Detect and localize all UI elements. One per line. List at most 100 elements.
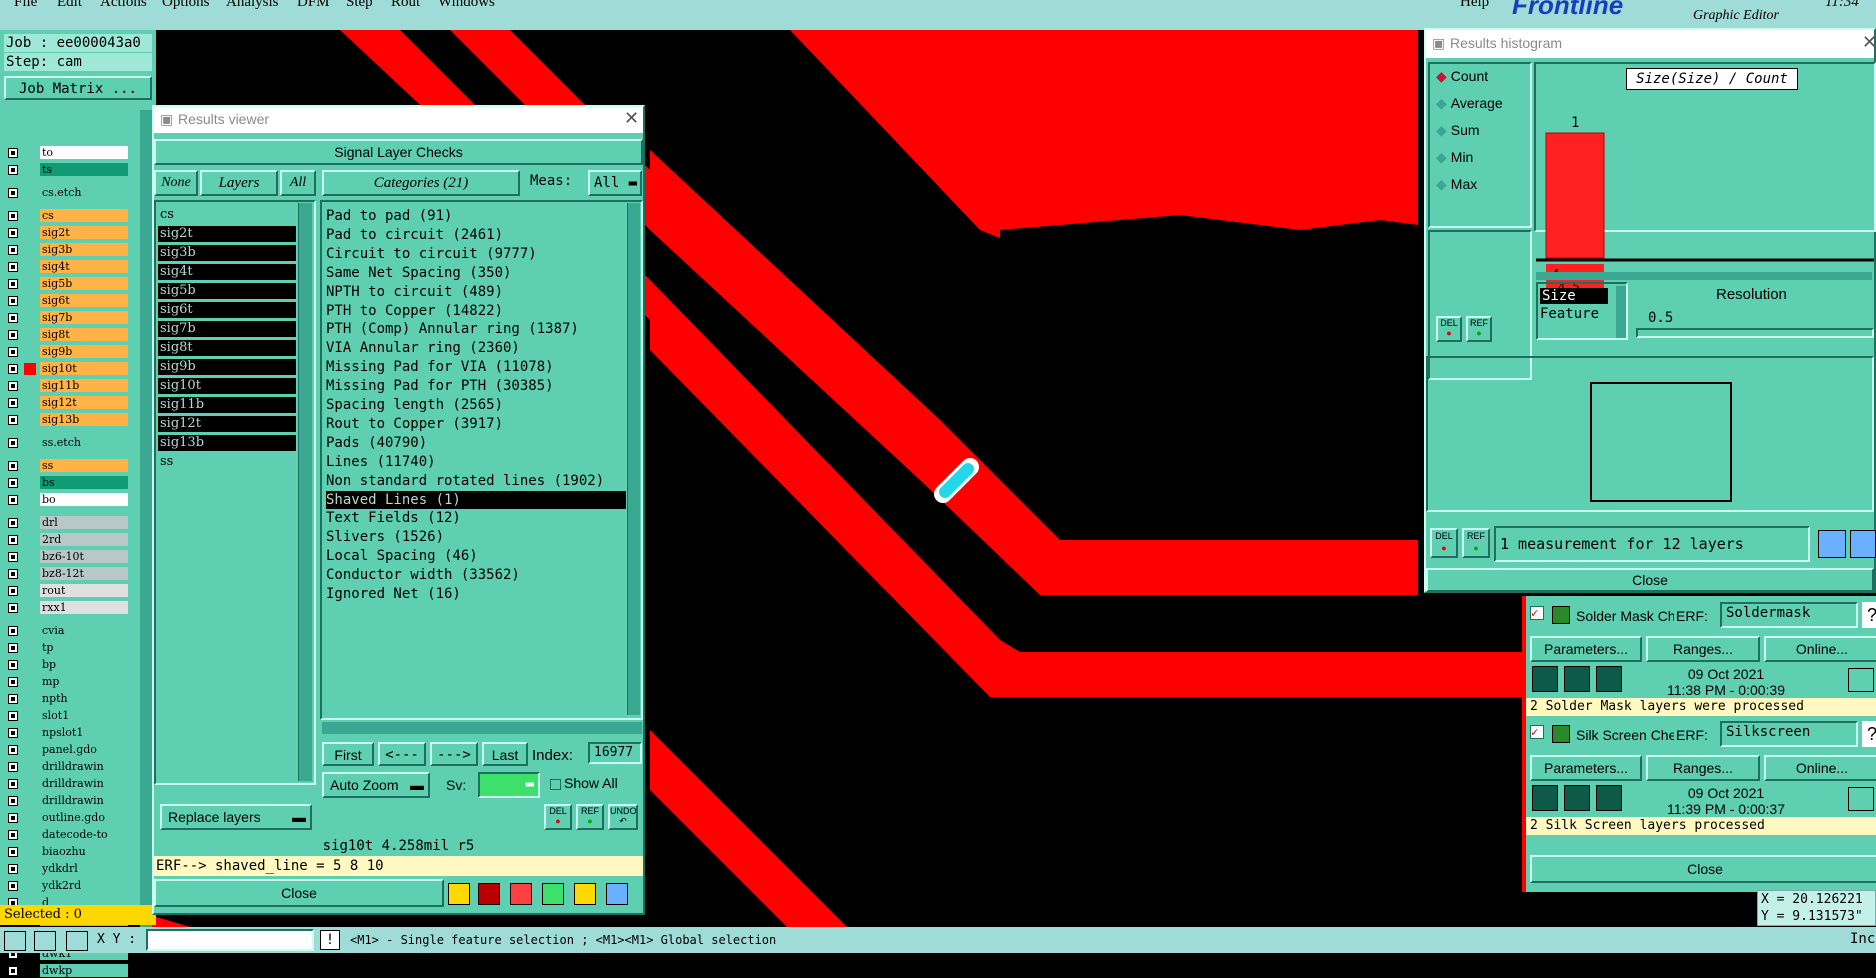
layer-row[interactable]: datecode-to bbox=[6, 828, 128, 842]
layer-checkbox[interactable] bbox=[8, 569, 18, 579]
layer-checkbox[interactable] bbox=[8, 461, 18, 471]
layer-checkbox[interactable] bbox=[8, 745, 18, 755]
first-button[interactable]: First bbox=[322, 742, 374, 766]
layer-checkbox[interactable] bbox=[8, 478, 18, 488]
aggregate-option-min[interactable]: ◆ Min bbox=[1436, 149, 1473, 166]
layer-row[interactable]: sig7b bbox=[6, 311, 128, 325]
preview-del-button[interactable]: DEL ● bbox=[1430, 528, 1458, 558]
layer-name[interactable]: mp bbox=[40, 675, 128, 688]
layer-name[interactable]: ts bbox=[40, 163, 128, 176]
categories-button[interactable]: Categories (21) bbox=[322, 170, 520, 196]
resolution-slider[interactable] bbox=[1636, 328, 1874, 338]
layer-icon[interactable] bbox=[448, 883, 470, 905]
layer-checkbox[interactable] bbox=[8, 535, 18, 545]
layer-checkbox[interactable] bbox=[8, 165, 18, 175]
layer-row[interactable]: bz8-12t bbox=[6, 567, 128, 581]
histogram-icon[interactable] bbox=[606, 883, 628, 905]
layer-row[interactable]: 2rd bbox=[6, 533, 128, 547]
result-layer-item[interactable]: sig5b bbox=[158, 283, 296, 299]
undo-button[interactable]: UNDO ↶ bbox=[608, 804, 638, 830]
category-item[interactable]: PTH (Comp) Annular ring (1387) bbox=[326, 320, 626, 338]
zoom-icon[interactable] bbox=[1848, 668, 1874, 692]
layer-name[interactable]: sig8t bbox=[40, 328, 128, 341]
layer-checkbox[interactable] bbox=[8, 415, 18, 425]
layer-row[interactable]: bz6-10t bbox=[6, 550, 128, 564]
ranges-button[interactable]: Ranges... bbox=[1646, 755, 1760, 781]
show-all-checkbox[interactable] bbox=[550, 779, 561, 790]
layer-name[interactable]: datecode-to bbox=[40, 828, 128, 841]
layer-row[interactable]: to bbox=[6, 146, 128, 160]
layer-checkbox[interactable] bbox=[8, 148, 18, 158]
aggregate-option-average[interactable]: ◆ Average bbox=[1436, 95, 1503, 112]
category-item[interactable]: Slivers (1526) bbox=[326, 528, 626, 546]
layer-row[interactable]: cs.etch bbox=[6, 186, 128, 200]
layer-row[interactable]: bs bbox=[6, 476, 128, 490]
layer-name[interactable]: rxx1 bbox=[40, 601, 128, 614]
layer-row[interactable]: sig12t bbox=[6, 396, 128, 410]
histogram-hscrollbar[interactable] bbox=[1536, 272, 1872, 280]
online-button[interactable]: Online... bbox=[1764, 755, 1876, 781]
layer-checkbox[interactable] bbox=[8, 779, 18, 789]
result-layer-item[interactable]: sig4t bbox=[158, 264, 296, 280]
layer-name[interactable]: 2rd bbox=[40, 533, 128, 546]
layer-checkbox[interactable] bbox=[8, 677, 18, 687]
layer-name[interactable]: ydkdrl bbox=[40, 862, 128, 875]
layer-name[interactable]: to bbox=[40, 146, 128, 159]
ranges-button[interactable]: Ranges... bbox=[1646, 636, 1760, 662]
category-item[interactable]: Spacing length (2565) bbox=[326, 396, 626, 414]
category-item[interactable]: Missing Pad for VIA (11078) bbox=[326, 358, 626, 376]
replace-layers-dropdown[interactable]: Replace layers ▬ bbox=[160, 804, 312, 830]
layer-name[interactable]: drilldrawin bbox=[40, 760, 128, 773]
result-layer-item[interactable]: sig9b bbox=[158, 359, 296, 375]
all-button[interactable]: All bbox=[280, 170, 316, 196]
layer-row[interactable]: drilldrawin bbox=[6, 777, 128, 791]
meas-dropdown[interactable]: All ▬ bbox=[588, 170, 642, 196]
layer-name[interactable]: rout bbox=[40, 584, 128, 597]
layer-name[interactable]: bz8-12t bbox=[40, 567, 128, 580]
layer-name[interactable]: npslot1 bbox=[40, 726, 128, 739]
histogram-bar[interactable] bbox=[1545, 132, 1605, 259]
measure-list-icon[interactable] bbox=[1850, 530, 1876, 558]
layer-row[interactable]: sig8t bbox=[6, 328, 128, 342]
result-layer-item[interactable]: sig3b bbox=[158, 245, 296, 261]
layer-checkbox[interactable] bbox=[8, 626, 18, 636]
aggregate-option-count[interactable]: ◆ Count bbox=[1436, 68, 1488, 85]
xy-input[interactable] bbox=[146, 929, 314, 951]
layer-checkbox[interactable] bbox=[8, 847, 18, 857]
menu-actions[interactable]: Actions bbox=[100, 0, 147, 11]
category-item[interactable]: Same Net Spacing (350) bbox=[326, 264, 626, 282]
report-icon[interactable] bbox=[542, 883, 564, 905]
layer-checkbox[interactable] bbox=[8, 438, 18, 448]
layer-checkbox[interactable] bbox=[8, 830, 18, 840]
layer-checkbox[interactable] bbox=[8, 211, 18, 221]
result-layer-item[interactable]: sig12t bbox=[158, 416, 296, 432]
stop-icon[interactable] bbox=[1596, 666, 1622, 692]
layer-name[interactable]: npth bbox=[40, 692, 128, 705]
zoom-area-icon[interactable] bbox=[4, 931, 26, 951]
layer-checkbox[interactable] bbox=[8, 279, 18, 289]
category-item[interactable]: Pad to pad (91) bbox=[326, 207, 626, 225]
layer-name[interactable]: sig3b bbox=[40, 243, 128, 256]
layer-name[interactable]: ydk2rd bbox=[40, 879, 128, 892]
histogram-titlebar[interactable]: ▣ Results histogram ✕ bbox=[1426, 30, 1876, 58]
category-item[interactable]: VIA Annular ring (2360) bbox=[326, 339, 626, 357]
layer-row[interactable]: biaozhu bbox=[6, 845, 128, 859]
layer-name[interactable]: sig4t bbox=[40, 260, 128, 273]
hist-ref-button[interactable]: REF ● bbox=[1466, 316, 1492, 342]
results-viewer-titlebar[interactable]: ▣ Results viewer ✕ bbox=[154, 107, 643, 133]
auto-zoom-dropdown[interactable]: Auto Zoom ▬ bbox=[322, 772, 430, 798]
layer-name[interactable]: sig13b bbox=[40, 413, 128, 426]
layer-name[interactable]: sig12t bbox=[40, 396, 128, 409]
parameters-button[interactable]: Parameters... bbox=[1530, 636, 1642, 662]
grid-icon[interactable] bbox=[66, 931, 88, 951]
menu-analysis[interactable]: Analysis bbox=[226, 0, 279, 11]
layer-checkbox[interactable] bbox=[8, 643, 18, 653]
layer-checkbox[interactable] bbox=[8, 796, 18, 806]
run-all-icon[interactable] bbox=[1564, 785, 1590, 811]
pan-icon[interactable] bbox=[34, 931, 56, 951]
last-button[interactable]: Last bbox=[482, 742, 528, 766]
layer-checkbox[interactable] bbox=[8, 347, 18, 357]
size-option[interactable]: Size bbox=[1540, 288, 1608, 304]
help-icon[interactable]: ? bbox=[1862, 602, 1876, 628]
layer-checkbox[interactable] bbox=[8, 245, 18, 255]
